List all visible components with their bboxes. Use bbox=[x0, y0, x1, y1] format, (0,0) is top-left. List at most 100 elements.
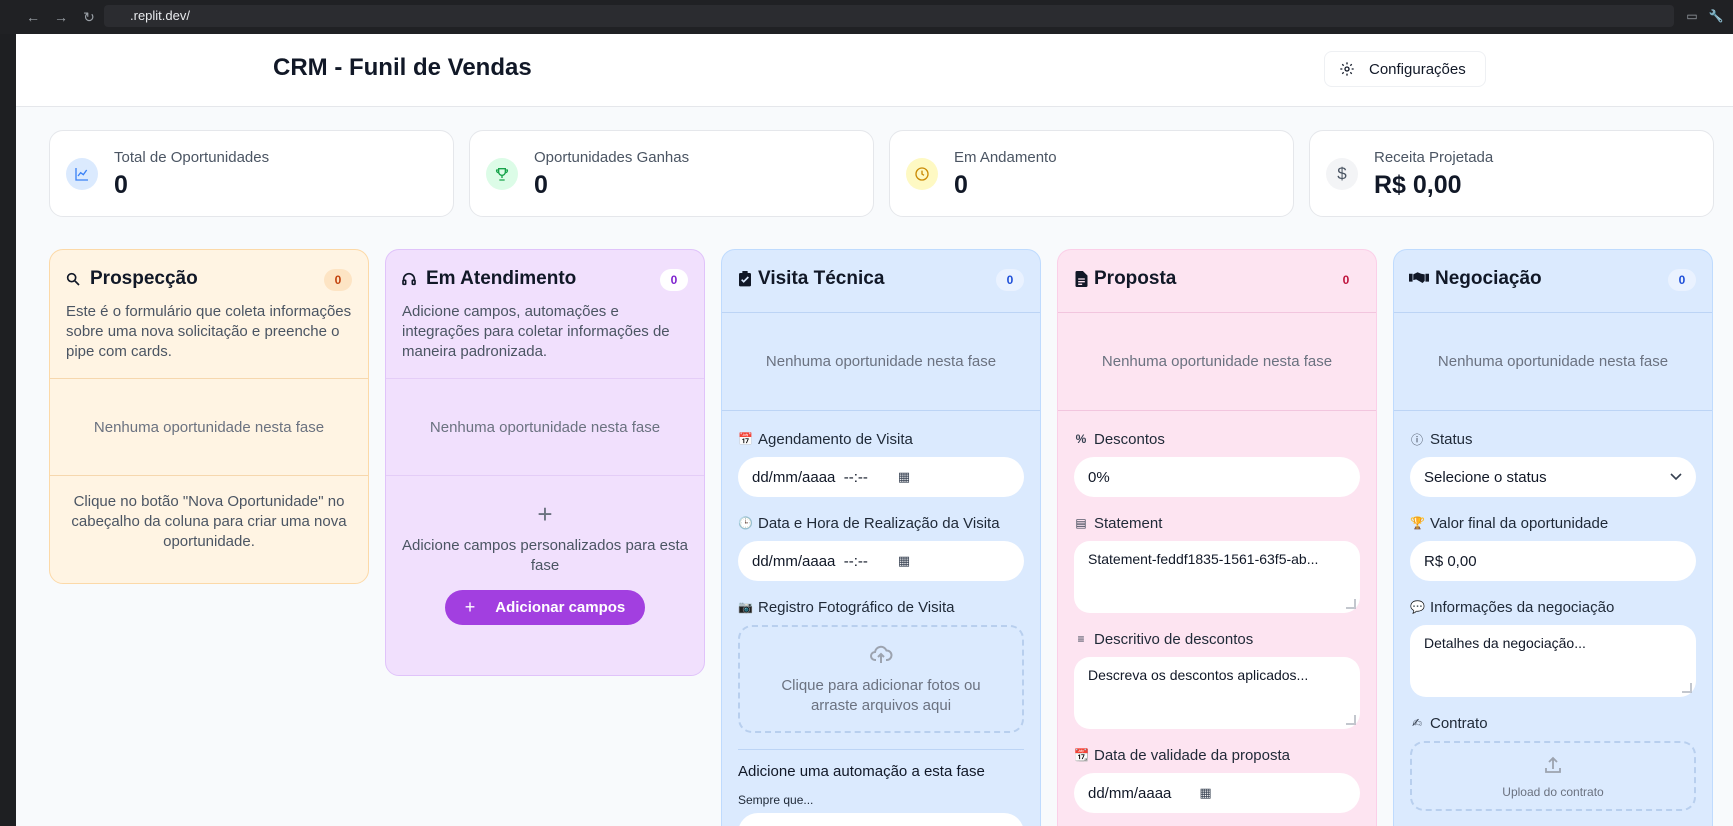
textarea-placeholder: Descreva os descontos aplicados... bbox=[1088, 667, 1309, 683]
dropzone-text: Upload do contrato bbox=[1502, 785, 1604, 799]
calendar-icon[interactable]: ▦ bbox=[1199, 785, 1211, 801]
column-header: Em Atendimento 0 bbox=[386, 250, 704, 302]
field-label-text: Valor final da oportunidade bbox=[1430, 514, 1609, 532]
status-select[interactable]: Selecione o status bbox=[1410, 457, 1696, 497]
calendar-icon[interactable]: ▦ bbox=[898, 553, 910, 569]
textarea-placeholder: Detalhes da negociação... bbox=[1424, 635, 1586, 651]
empty-state: Nenhuma oportunidade nesta fase bbox=[765, 353, 997, 370]
reload-icon[interactable]: ↻ bbox=[80, 8, 98, 26]
browser-left-strip bbox=[0, 0, 16, 826]
column-title: Visita Técnica bbox=[758, 268, 885, 289]
stat-label: Total de Oportunidades bbox=[114, 149, 270, 166]
stat-label: Em Andamento bbox=[954, 149, 1057, 166]
devices-icon[interactable]: ▭ bbox=[1684, 8, 1700, 24]
calendar-icon: 📅 bbox=[738, 432, 753, 446]
stat-value: 0 bbox=[534, 171, 548, 199]
file-signature-icon: ✍ bbox=[1411, 716, 1423, 730]
browser-toolbar: ← → ↻ 🔗 .replit.dev/ ▭ 🔧 bbox=[0, 0, 1733, 34]
field-label-text: Data de validade da proposta bbox=[1094, 746, 1290, 764]
statement-textarea[interactable]: Statement-feddf1835-1561-63f5-ab... bbox=[1074, 541, 1360, 613]
plus-icon: + bbox=[537, 499, 553, 529]
stat-label: Oportunidades Ganhas bbox=[534, 149, 690, 166]
handshake-icon bbox=[1408, 271, 1430, 289]
add-fields-button[interactable]: + Adicionar campos bbox=[444, 590, 646, 625]
align-left-icon: ≡ bbox=[1077, 632, 1085, 646]
divider bbox=[738, 749, 1024, 750]
forward-icon[interactable]: → bbox=[52, 8, 70, 26]
trophy-icon bbox=[486, 158, 518, 190]
search-icon bbox=[64, 271, 82, 289]
column-count-badge: 0 bbox=[324, 269, 352, 291]
input-value: dd/mm/aaaa --:-- bbox=[752, 552, 868, 570]
column-count-badge: 0 bbox=[1332, 269, 1360, 291]
input-value: 0% bbox=[1088, 468, 1110, 486]
gear-icon bbox=[1340, 62, 1354, 76]
empty-state: Nenhuma oportunidade nesta fase bbox=[93, 419, 325, 436]
column-prospeccao: Prospecção 0 Este é o formulário que col… bbox=[49, 249, 369, 584]
phase-fields: ⓘ Status Selecione o status 🏆 Valor fina… bbox=[1394, 411, 1712, 811]
back-icon[interactable]: ← bbox=[24, 8, 42, 26]
add-fields-area: + Adicione campos personalizados para es… bbox=[386, 476, 704, 625]
settings-button[interactable]: Configurações bbox=[1324, 51, 1486, 87]
column-count-badge: 0 bbox=[1668, 269, 1696, 291]
column-em-atendimento: Em Atendimento 0 Adicione campos, automa… bbox=[385, 249, 705, 676]
chevron-down-icon bbox=[1670, 473, 1682, 481]
field-label-text: Informações da negociação bbox=[1430, 598, 1615, 616]
field-label: 🕒 Data e Hora de Realização da Visita bbox=[738, 513, 1024, 533]
discount-input[interactable]: 0% bbox=[1074, 457, 1360, 497]
visit-datetime-input[interactable]: dd/mm/aaaa --:-- ▦ bbox=[738, 541, 1024, 581]
discount-description-textarea[interactable]: Descreva os descontos aplicados... bbox=[1074, 657, 1360, 729]
column-count-badge: 0 bbox=[996, 269, 1024, 291]
add-fields-hint: Adicione campos personalizados para esta… bbox=[402, 537, 689, 574]
info-icon: ⓘ bbox=[1410, 432, 1423, 447]
negotiation-info-textarea[interactable]: Detalhes da negociação... bbox=[1410, 625, 1696, 697]
app-header: CRM - Funil de Vendas Configurações bbox=[16, 34, 1733, 107]
column-hint: Clique no botão "Nova Oportunidade" no c… bbox=[71, 493, 347, 550]
field-label: 📷 Registro Fotográfico de Visita bbox=[738, 597, 1024, 617]
field-label-text: Descritivo de descontos bbox=[1094, 630, 1254, 648]
file-icon: ▤ bbox=[1075, 516, 1087, 530]
contract-dropzone[interactable]: Upload do contrato bbox=[1410, 741, 1696, 811]
field-label: 📅 Agendamento de Visita bbox=[738, 429, 1024, 449]
automation-when: Sempre que... bbox=[738, 793, 814, 807]
select-value: Selecione o status bbox=[1424, 468, 1547, 486]
stat-card-total: Total de Oportunidades 0 bbox=[49, 130, 454, 217]
field-label: ▤ Statement bbox=[1074, 513, 1360, 533]
proposal-validity-input[interactable]: dd/mm/aaaa ▦ bbox=[1074, 773, 1360, 813]
visit-schedule-input[interactable]: dd/mm/aaaa --:-- ▦ bbox=[738, 457, 1024, 497]
add-fields-label: Adicionar campos bbox=[495, 599, 626, 616]
input-value: dd/mm/aaaa --:-- bbox=[752, 468, 868, 486]
column-negociacao: Negociação 0 Nenhuma oportunidade nesta … bbox=[1393, 249, 1713, 826]
column-count-badge: 0 bbox=[660, 269, 688, 291]
upload-icon bbox=[1545, 756, 1561, 773]
final-value-input[interactable]: R$ 0,00 bbox=[1410, 541, 1696, 581]
stat-card-in-progress: Em Andamento 0 bbox=[889, 130, 1294, 217]
column-title: Negociação bbox=[1435, 268, 1542, 289]
column-title: Prospecção bbox=[90, 268, 198, 289]
field-label: 📆 Data de validade da proposta bbox=[1074, 745, 1360, 765]
automation-select[interactable] bbox=[738, 813, 1024, 826]
field-label: 💬 Informações da negociação bbox=[1410, 597, 1696, 617]
column-description: Adicione campos, automações e integraçõe… bbox=[402, 303, 670, 360]
column-header: Prospecção 0 bbox=[50, 250, 368, 302]
stat-card-revenue: $ Receita Projetada R$ 0,00 bbox=[1309, 130, 1714, 217]
calendar-x-icon: 📆 bbox=[1074, 748, 1089, 762]
phase-fields: % Descontos 0% ▤ Statement Statement-fed… bbox=[1058, 411, 1376, 813]
field-label-text: Contrato bbox=[1430, 714, 1488, 732]
camera-icon: 📷 bbox=[738, 600, 753, 614]
clock-icon bbox=[906, 158, 938, 190]
photo-dropzone[interactable]: Clique para adicionar fotos ou arraste a… bbox=[738, 625, 1024, 733]
column-header: Visita Técnica 0 bbox=[722, 250, 1040, 312]
column-title: Proposta bbox=[1094, 268, 1177, 289]
column-description: Este é o formulário que coleta informaçõ… bbox=[66, 303, 352, 360]
calendar-icon[interactable]: ▦ bbox=[898, 469, 910, 485]
field-label-text: Descontos bbox=[1094, 430, 1165, 448]
comments-icon: 💬 bbox=[1410, 600, 1425, 614]
page-title: CRM - Funil de Vendas bbox=[273, 54, 532, 81]
address-bar[interactable]: .replit.dev/ bbox=[104, 5, 1674, 27]
field-label: % Descontos bbox=[1074, 429, 1360, 449]
clock-icon: 🕒 bbox=[738, 516, 753, 530]
column-visita-tecnica: Visita Técnica 0 Nenhuma oportunidade ne… bbox=[721, 249, 1041, 826]
field-label-text: Registro Fotográfico de Visita bbox=[758, 598, 955, 616]
wrench-icon[interactable]: 🔧 bbox=[1708, 8, 1724, 24]
